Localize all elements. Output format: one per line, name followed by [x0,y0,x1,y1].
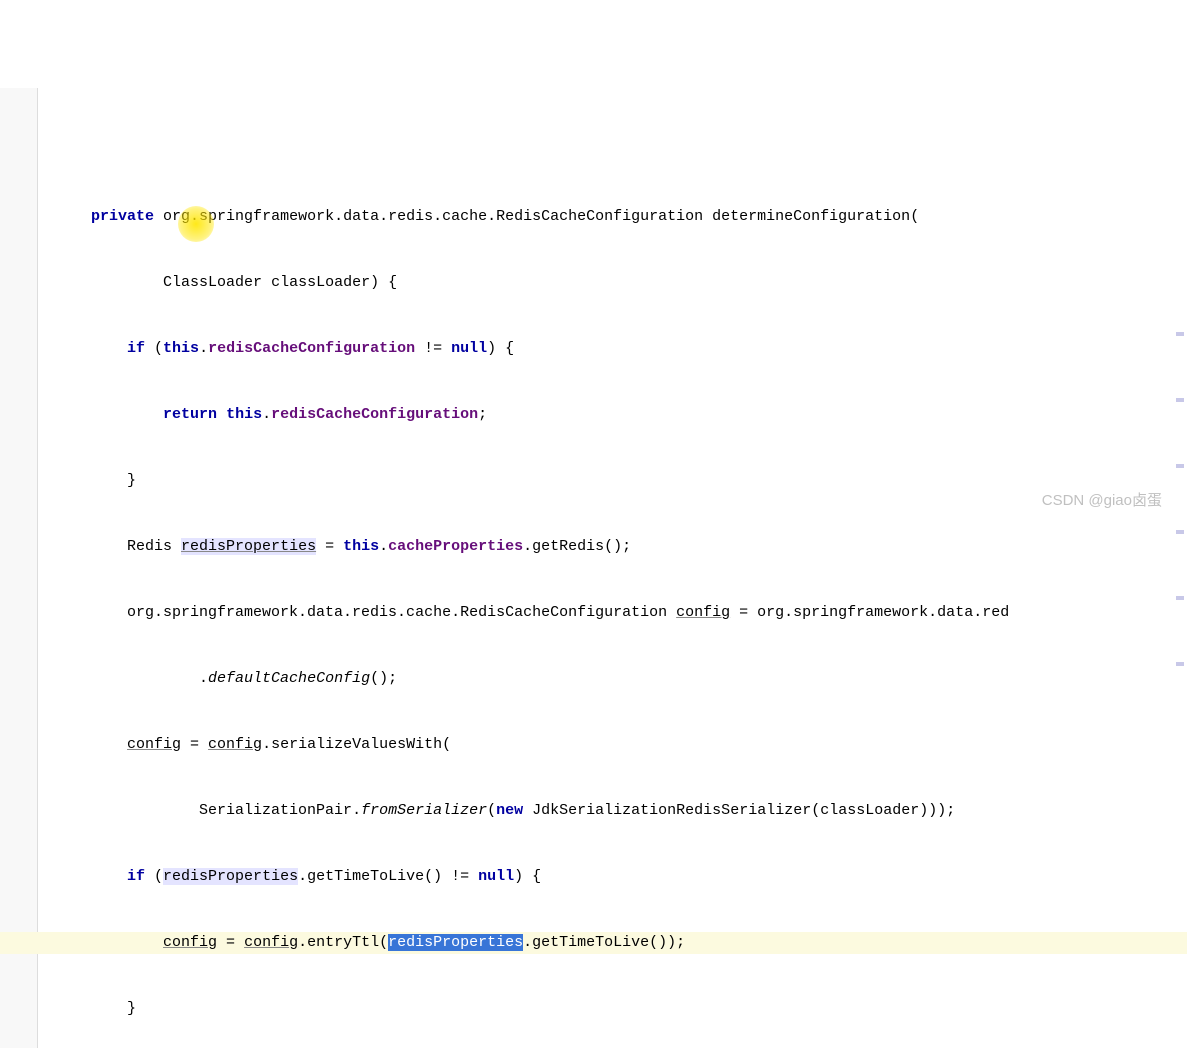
minimap-marker [1176,530,1184,534]
punct: ) { [514,868,541,885]
minimap-marker [1176,464,1184,468]
field: redisCacheConfiguration [271,406,478,423]
keyword-if: if [127,868,145,885]
minimap-marker [1176,398,1184,402]
code-line-highlighted: config = config.entryTtl(redisProperties… [0,932,1187,954]
call: .entryTtl( [298,934,388,951]
code-line: if (redisProperties.getTimeToLive() != n… [40,866,1187,888]
variable-config: config [244,934,298,951]
code-line: org.springframework.data.redis.cache.Red… [40,602,1187,624]
call: .getTimeToLive() != [298,868,478,885]
punct: ) { [487,340,514,357]
minimap[interactable] [1176,288,1184,728]
op: = [181,736,208,753]
selected-text: redisProperties [388,934,523,951]
keyword-null: null [478,868,514,885]
editor-gutter [0,88,38,1048]
brace: } [127,472,136,489]
keyword-this: this [226,406,262,423]
keyword-this: this [343,538,379,555]
minimap-marker [1176,596,1184,600]
punct: ( [487,802,496,819]
code-line: } [40,998,1187,1020]
variable-config: config [127,736,181,753]
keyword-new: new [496,802,523,819]
keyword-null: null [451,340,487,357]
minimap-marker [1176,662,1184,666]
code-line: config = config.serializeValuesWith( [40,734,1187,756]
call: .serializeValuesWith( [262,736,451,753]
variable-config: config [676,604,730,621]
punct: . [199,340,208,357]
code-line: ClassLoader classLoader) { [40,272,1187,294]
punct: . [352,802,361,819]
call: .getRedis(); [523,538,631,555]
field: redisCacheConfiguration [208,340,415,357]
call: .getTimeToLive()); [523,934,685,951]
keyword-if: if [127,340,145,357]
keyword-return: return [163,406,217,423]
method: fromSerializer [361,802,487,819]
field: cacheProperties [388,538,523,555]
punct: ; [478,406,487,423]
code-line: } [40,470,1187,492]
variable-config: config [208,736,262,753]
watermark: CSDN @giao卤蛋 [1042,490,1162,512]
method: defaultCacheConfig [208,670,370,687]
brace: } [127,1000,136,1017]
op: = [217,934,244,951]
keyword-this: this [163,340,199,357]
punct: ( [145,868,163,885]
code-line: SerializationPair.fromSerializer(new Jdk… [40,800,1187,822]
op: != [415,340,451,357]
variable-redisProperties: redisProperties [181,538,316,555]
call: (); [370,670,397,687]
code-line: if (this.redisCacheConfiguration != null… [40,338,1187,360]
param: classLoader [271,274,370,291]
punct: ) { [370,274,397,291]
ctor: JdkSerializationRedisSerializer(classLoa… [532,802,955,819]
punct: . [199,670,208,687]
type: Redis [127,538,172,555]
punct: . [379,538,388,555]
code-editor[interactable]: private org.springframework.data.redis.c… [0,88,1187,1048]
type: ClassLoader [163,274,262,291]
op: = [316,538,343,555]
rhs: org.springframework.data.red [757,604,1009,621]
type: org.springframework.data.redis.cache.Red… [127,604,667,621]
op: = [730,604,757,621]
variable-config: config [163,934,217,951]
method-name: determineConfiguration [712,208,910,225]
punct: ( [910,208,919,225]
code-line: return this.redisCacheConfiguration; [40,404,1187,426]
type: org.springframework.data.redis.cache.Red… [163,208,703,225]
type: SerializationPair [199,802,352,819]
punct: ( [145,340,163,357]
variable-redisProperties: redisProperties [163,868,298,885]
code-line: private org.springframework.data.redis.c… [40,206,1187,228]
code-line: .defaultCacheConfig(); [40,668,1187,690]
keyword-private: private [91,208,154,225]
code-line: Redis redisProperties = this.cacheProper… [40,536,1187,558]
minimap-marker [1176,332,1184,336]
punct: . [262,406,271,423]
